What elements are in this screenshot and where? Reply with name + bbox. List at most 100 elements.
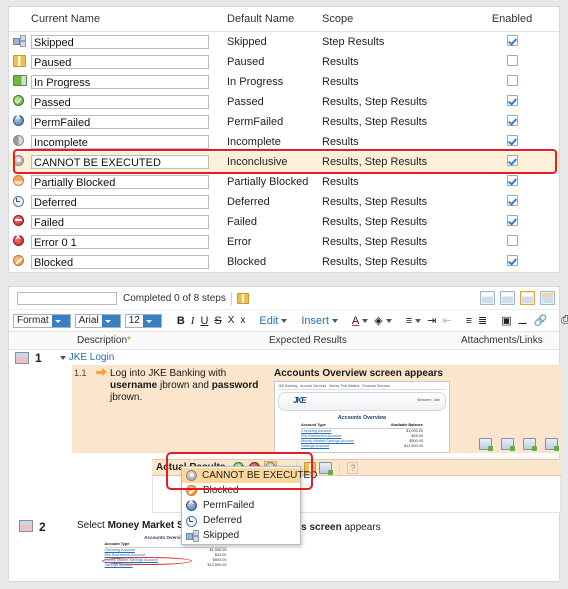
numbered-list-icon[interactable]: ≣ bbox=[475, 314, 490, 327]
view-split-icon[interactable] bbox=[540, 291, 555, 305]
print-icon[interactable]: ⎙ bbox=[558, 314, 568, 327]
format-select[interactable]: Format bbox=[13, 313, 71, 328]
current-name-input[interactable]: Deferred bbox=[31, 195, 209, 209]
bullet-list-icon[interactable]: ≡ bbox=[463, 315, 475, 327]
step-group-link[interactable]: JKE Login bbox=[69, 352, 115, 363]
chevron-down-icon[interactable] bbox=[142, 314, 161, 327]
format-select-value: Format bbox=[17, 315, 49, 326]
default-name-cell: Deferred bbox=[227, 196, 270, 208]
table-row[interactable]: In Progress In Progress Results bbox=[9, 72, 559, 92]
current-name-input[interactable]: In Progress bbox=[31, 75, 209, 89]
column-header-enabled: Enabled bbox=[491, 13, 533, 25]
paused-icon[interactable] bbox=[236, 292, 249, 304]
menu-item-blocked[interactable]: Blocked bbox=[182, 483, 300, 498]
table-row[interactable]: Incomplete Incomplete Results bbox=[9, 132, 559, 152]
underline-button[interactable]: U bbox=[197, 315, 211, 327]
menu-item-permfailed[interactable]: PermFailed bbox=[182, 498, 300, 513]
enabled-checkbox[interactable] bbox=[506, 75, 518, 86]
enabled-checkbox[interactable] bbox=[506, 55, 518, 66]
table-row[interactable]: Skipped Skipped Step Results bbox=[9, 32, 559, 52]
help-icon[interactable]: ? bbox=[347, 461, 359, 474]
chevron-down-icon[interactable] bbox=[101, 314, 120, 327]
deferred-icon bbox=[13, 195, 25, 207]
menu-item-skipped[interactable]: Skipped bbox=[182, 528, 300, 543]
table-row[interactable]: Paused Paused Results bbox=[9, 52, 559, 72]
current-name-input[interactable]: PermFailed bbox=[31, 115, 209, 129]
indent-increase-icon[interactable]: ⇥ bbox=[424, 314, 439, 327]
insert-menu-button[interactable]: Insert bbox=[298, 315, 332, 327]
step-group-header[interactable]: 1 JKE Login bbox=[9, 350, 559, 365]
highlight-color-icon[interactable]: ◈ bbox=[371, 314, 385, 327]
superscript-button[interactable]: x bbox=[237, 315, 248, 326]
enabled-checkbox[interactable] bbox=[506, 135, 518, 146]
table-row[interactable]: Deferred Deferred Results, Step Results bbox=[9, 192, 559, 212]
status-table-header: Current Name Default Name Scope Enabled bbox=[9, 7, 559, 32]
bold-button[interactable]: B bbox=[174, 315, 188, 327]
text-color-icon[interactable]: A bbox=[349, 315, 362, 327]
mini-account-link[interactable]: Money Market Savings Account bbox=[105, 558, 158, 563]
current-name-input[interactable]: Error 0 1 bbox=[31, 235, 209, 249]
column-header-scope: Scope bbox=[322, 13, 354, 25]
enabled-checkbox[interactable] bbox=[506, 195, 518, 206]
insert-image-icon[interactable]: ▣ bbox=[498, 314, 514, 327]
chevron-down-icon[interactable] bbox=[415, 318, 422, 323]
edit-menu-button[interactable]: Edit bbox=[256, 315, 281, 327]
menu-item-deferred[interactable]: Deferred bbox=[182, 513, 300, 528]
font-size-select[interactable]: 12 bbox=[124, 313, 162, 328]
enabled-checkbox[interactable] bbox=[506, 175, 518, 186]
add-attachment-icon[interactable] bbox=[501, 438, 515, 451]
chevron-down-icon[interactable] bbox=[385, 318, 392, 323]
table-row-inconclusive[interactable]: CANNOT BE EXECUTED Inconclusive Results,… bbox=[9, 149, 559, 174]
add-screenshot-icon[interactable] bbox=[479, 438, 493, 451]
desc-part-1: Log into JKE Banking with bbox=[110, 368, 227, 379]
add-file-icon[interactable] bbox=[545, 438, 559, 451]
chevron-down-icon[interactable] bbox=[331, 318, 338, 323]
table-row[interactable]: Passed Passed Results, Step Results bbox=[9, 92, 559, 112]
menu-item-cannot-be-executed[interactable]: CANNOT BE EXECUTED bbox=[182, 468, 317, 483]
chevron-down-icon[interactable] bbox=[51, 314, 70, 327]
current-name-input[interactable]: Incomplete bbox=[31, 135, 209, 149]
chevron-down-icon[interactable] bbox=[281, 318, 288, 323]
table-row[interactable]: Blocked Blocked Results, Step Results bbox=[9, 252, 559, 272]
enabled-checkbox[interactable] bbox=[506, 115, 518, 126]
current-name-input[interactable]: Skipped bbox=[31, 35, 209, 49]
current-name-input[interactable]: Blocked bbox=[31, 255, 209, 269]
chevron-down-icon[interactable] bbox=[362, 318, 369, 323]
view-list-icon[interactable] bbox=[500, 291, 515, 305]
view-columns-icon[interactable] bbox=[520, 291, 535, 305]
current-name-input[interactable]: Partially Blocked bbox=[31, 175, 209, 189]
insert-media-icon[interactable]: ⚊ bbox=[515, 314, 531, 327]
mini-account-link[interactable]: Savings Account bbox=[301, 444, 329, 449]
enabled-checkbox[interactable] bbox=[506, 235, 518, 246]
scope-cell: Results bbox=[322, 76, 359, 88]
scope-cell: Results, Step Results bbox=[322, 256, 428, 268]
status-dropdown-menu[interactable]: CANNOT BE EXECUTED Blocked PermFailed De… bbox=[181, 466, 317, 545]
current-name-input[interactable]: Failed bbox=[31, 215, 209, 229]
strikethrough-button[interactable]: S bbox=[211, 315, 224, 327]
enabled-checkbox[interactable] bbox=[506, 95, 518, 106]
font-family-select[interactable]: Arial bbox=[74, 313, 121, 328]
current-name-input[interactable]: Paused bbox=[31, 55, 209, 69]
add-comment-icon[interactable] bbox=[523, 438, 537, 451]
step-row-1-1[interactable]: 1.1 Log into JKE Banking with username j… bbox=[72, 365, 561, 453]
table-row[interactable]: PermFailed PermFailed Results, Step Resu… bbox=[9, 112, 559, 132]
view-grid-icon[interactable] bbox=[480, 291, 495, 305]
export-icon[interactable] bbox=[319, 461, 334, 475]
subscript-button[interactable]: X bbox=[225, 315, 238, 326]
embedded-screenshot-accounts-overview[interactable]: JKE Banking Account Services Money That … bbox=[274, 381, 450, 453]
italic-button[interactable]: I bbox=[188, 315, 198, 327]
table-row[interactable]: Failed Failed Results, Step Results bbox=[9, 212, 559, 232]
align-left-icon[interactable]: ≡ bbox=[403, 315, 415, 327]
insert-link-icon[interactable]: 🔗 bbox=[530, 314, 550, 327]
current-name-input[interactable]: CANNOT BE EXECUTED bbox=[31, 155, 209, 169]
current-name-input[interactable]: Passed bbox=[31, 95, 209, 109]
enabled-checkbox[interactable] bbox=[506, 155, 518, 166]
enabled-checkbox[interactable] bbox=[506, 35, 518, 46]
collapse-caret-icon[interactable] bbox=[59, 355, 66, 360]
enabled-checkbox[interactable] bbox=[506, 255, 518, 266]
step-number-cell: 2 bbox=[9, 518, 77, 571]
table-row[interactable]: Partially Blocked Partially Blocked Resu… bbox=[9, 172, 559, 192]
mini-heading: Accounts Overview bbox=[337, 415, 387, 421]
enabled-checkbox[interactable] bbox=[506, 215, 518, 226]
table-row[interactable]: Error 0 1 Error Results, Step Results bbox=[9, 232, 559, 252]
